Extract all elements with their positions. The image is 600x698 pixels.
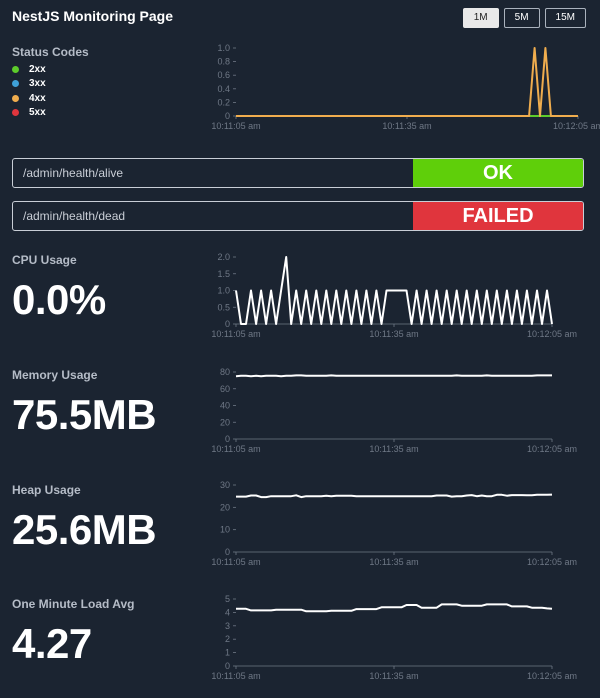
x-tick-label: 10:11:35 am — [369, 329, 418, 339]
memory-usage-title: Memory Usage — [12, 368, 98, 382]
health-status-dead: FAILED — [413, 202, 583, 230]
x-tick-label: 10:12:05 am — [553, 121, 600, 131]
health-path-dead: /admin/health/dead — [23, 209, 126, 223]
status-codes-legend: 2xx 3xx 4xx 5xx — [12, 62, 46, 120]
cpu-usage-title: CPU Usage — [12, 253, 77, 267]
legend-label-3xx: 3xx — [29, 78, 46, 90]
y-tick-label: 20 — [220, 502, 230, 512]
x-tick-label: 10:12:05 am — [527, 557, 577, 567]
load-avg-chart: 0 1 2 3 4 5 10:11:05 am 10:11:35 am 10:12:05 am — [211, 594, 577, 681]
series-line — [236, 493, 553, 499]
legend-dot-3xx — [12, 80, 19, 88]
y-tick-label: 2.0 — [217, 252, 230, 262]
x-tick-label: 10:11:05 am — [211, 671, 260, 681]
y-tick-label: 0 — [225, 319, 230, 329]
legend-item-3xx: 3xx — [12, 77, 46, 92]
x-tick-label: 10:11:35 am — [369, 444, 418, 454]
cpu-usage-value: 0.0% — [12, 276, 106, 323]
cpu-usage-chart: 0 0.5 1.0 1.5 2.0 10:11:05 am 10:11:35 am 10:12… — [211, 252, 577, 339]
y-tick-label: 0 — [225, 547, 230, 557]
y-tick-label: 60 — [220, 384, 230, 394]
range-5m-button[interactable]: 5M — [503, 8, 540, 28]
x-tick-label: 10:11:05 am — [211, 444, 260, 454]
heap-usage-chart: 0 10 20 30 10:11:05 am 10:11:35 am 10:12:05 am — [211, 480, 577, 567]
health-path-alive: /admin/health/alive — [23, 166, 124, 180]
y-tick-label: 4 — [225, 607, 230, 617]
load-avg-value: 4.27 — [12, 620, 92, 667]
y-tick-label: 3 — [225, 621, 230, 631]
x-tick-label: 10:11:05 am — [211, 121, 260, 131]
legend-item-4xx: 4xx — [12, 91, 46, 106]
series-line — [236, 603, 553, 613]
health-check-dead: /admin/health/dead FAILED — [12, 201, 584, 231]
range-1m-button[interactable]: 1M — [462, 8, 499, 28]
y-tick-label: 0 — [225, 111, 230, 121]
x-tick-label: 10:11:35 am — [369, 557, 418, 567]
y-tick-label: 2 — [225, 634, 230, 644]
legend-item-5xx: 5xx — [12, 106, 46, 121]
time-range-selector: 1M 5M 15M — [462, 8, 586, 28]
y-tick-label: 1 — [225, 648, 230, 658]
y-tick-label: 0.2 — [217, 97, 230, 107]
x-tick-label: 10:11:05 am — [211, 329, 260, 339]
y-tick-label: 0.5 — [217, 302, 230, 312]
heap-usage-title: Heap Usage — [12, 483, 81, 497]
y-tick-label: 40 — [220, 401, 230, 411]
memory-usage-value: 75.5MB — [12, 391, 157, 438]
y-tick-label: 10 — [220, 525, 230, 535]
page-title: NestJS Monitoring Page — [12, 8, 174, 24]
legend-label-4xx: 4xx — [29, 92, 46, 104]
legend-label-5xx: 5xx — [29, 107, 46, 119]
heap-usage-value: 25.6MB — [12, 506, 157, 553]
y-tick-label: 0.6 — [217, 70, 230, 80]
x-tick-label: 10:11:35 am — [369, 671, 418, 681]
x-tick-label: 10:11:05 am — [211, 557, 260, 567]
y-tick-label: 0.4 — [217, 84, 230, 94]
x-tick-label: 10:12:05 am — [527, 671, 577, 681]
y-tick-label: 1.5 — [217, 269, 230, 279]
status-codes-chart: 0 0.2 0.4 0.6 0.8 1.0 10:11:05 am 10:11:35 am 10… — [211, 43, 600, 131]
legend-dot-2xx — [12, 65, 19, 73]
y-tick-label: 80 — [220, 367, 230, 377]
legend-dot-4xx — [12, 94, 19, 102]
legend-label-2xx: 2xx — [29, 63, 46, 75]
series-line — [235, 374, 552, 378]
y-tick-label: 0.8 — [217, 57, 230, 67]
x-tick-label: 10:11:35 am — [382, 121, 431, 131]
legend-dot-5xx — [12, 109, 19, 117]
load-avg-title: One Minute Load Avg — [12, 597, 135, 611]
y-tick-label: 1.0 — [217, 286, 230, 296]
range-15m-button[interactable]: 15M — [544, 8, 586, 28]
series-line — [235, 256, 553, 325]
health-check-alive: /admin/health/alive OK — [12, 158, 584, 188]
health-status-alive: OK — [413, 159, 583, 187]
y-tick-label: 30 — [220, 480, 230, 490]
y-tick-label: 5 — [225, 594, 230, 604]
x-tick-label: 10:12:05 am — [527, 444, 577, 454]
status-codes-title: Status Codes — [12, 45, 89, 59]
y-tick-label: 1.0 — [217, 43, 230, 53]
legend-item-2xx: 2xx — [12, 62, 46, 77]
y-tick-label: 0 — [225, 661, 230, 671]
y-tick-label: 20 — [220, 417, 230, 427]
memory-usage-chart: 0 20 40 60 80 10:11:05 am 10:11:35 am 10:12:05 … — [211, 367, 577, 454]
series-line-4xx — [236, 47, 578, 117]
y-tick-label: 0 — [225, 434, 230, 444]
x-tick-label: 10:12:05 am — [527, 329, 577, 339]
